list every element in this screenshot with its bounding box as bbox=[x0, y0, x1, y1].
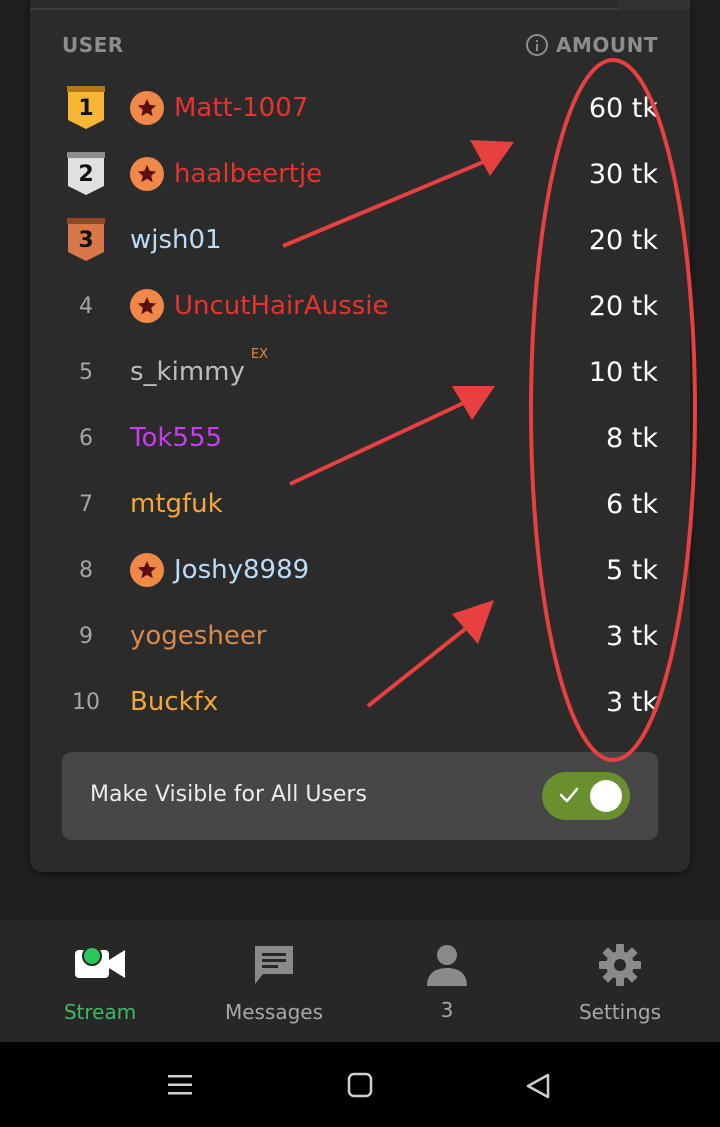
user-cell[interactable]: Buckfx bbox=[130, 669, 218, 735]
leaderboard-row[interactable]: 6 Tok555 8 tk bbox=[30, 405, 690, 471]
user-cell[interactable]: Joshy8989 bbox=[130, 537, 309, 603]
leaderboard-row[interactable]: 8 Joshy8989 5 tk bbox=[30, 537, 690, 603]
tip-amount: 10 tk bbox=[588, 356, 658, 388]
rank-number: 9 bbox=[79, 623, 93, 649]
person-icon bbox=[427, 945, 467, 986]
leaderboard-row[interactable]: 7 mtgfuk 6 tk bbox=[30, 471, 690, 537]
nav-users[interactable]: 3 bbox=[357, 920, 537, 1042]
rank-number: 6 bbox=[79, 425, 93, 451]
check-icon bbox=[559, 787, 579, 803]
rank-number: 5 bbox=[79, 359, 93, 385]
leaderboard-row[interactable]: 4 UncutHairAussie 20 tk bbox=[30, 273, 690, 339]
user-cell[interactable]: s_kimmy EX bbox=[130, 339, 268, 405]
gear-icon bbox=[599, 944, 641, 986]
visibility-toggle[interactable] bbox=[542, 772, 630, 820]
rank-number: 7 bbox=[79, 491, 93, 517]
gold-medal-icon: 1 bbox=[67, 86, 105, 130]
username[interactable]: haalbeertje bbox=[174, 159, 322, 189]
user-cell[interactable]: mtgfuk bbox=[130, 471, 223, 537]
star-badge-icon bbox=[130, 289, 164, 323]
username[interactable]: UncutHairAussie bbox=[174, 291, 388, 321]
username[interactable]: wjsh01 bbox=[130, 225, 222, 255]
rank-number: 3 bbox=[78, 228, 94, 253]
card-divider bbox=[30, 8, 618, 10]
toggle-knob bbox=[590, 780, 622, 812]
nav-label-user-count: 3 bbox=[440, 998, 454, 1022]
tip-amount: 5 tk bbox=[606, 554, 658, 586]
username[interactable]: yogesheer bbox=[130, 621, 267, 651]
tip-amount: 30 tk bbox=[588, 158, 658, 190]
header-amount: AMOUNT bbox=[555, 33, 658, 57]
leaderboard-row[interactable]: 3 wjsh01 20 tk bbox=[30, 207, 690, 273]
message-icon bbox=[255, 946, 293, 984]
rank-number: 2 bbox=[78, 162, 94, 187]
user-cell[interactable]: wjsh01 bbox=[130, 207, 222, 273]
header-user: USER bbox=[62, 33, 124, 57]
home-icon[interactable] bbox=[346, 1072, 374, 1098]
username[interactable]: Matt-1007 bbox=[174, 93, 308, 123]
leaderboard-row[interactable]: 9 yogesheer 3 tk bbox=[30, 603, 690, 669]
username[interactable]: Buckfx bbox=[130, 687, 218, 717]
bronze-medal-icon: 3 bbox=[67, 218, 105, 262]
rank-medal-bronze: 3 bbox=[62, 207, 110, 273]
rank-number: 10 bbox=[72, 689, 100, 715]
tip-amount: 8 tk bbox=[606, 422, 658, 454]
rank-medal-silver: 2 bbox=[62, 141, 110, 207]
leaderboard-card: USER AMOUNT 1 Matt-1007 60 tk 2 haalbeertje 3… bbox=[30, 0, 690, 872]
user-cell[interactable]: UncutHairAussie bbox=[130, 273, 388, 339]
nav-stream[interactable]: Stream bbox=[10, 920, 190, 1042]
bottom-nav: Stream Messages 3 Settings bbox=[0, 920, 720, 1042]
user-cell[interactable]: Matt-1007 bbox=[130, 75, 308, 141]
nav-settings[interactable]: Settings bbox=[530, 920, 710, 1042]
rank-medal-gold: 1 bbox=[62, 75, 110, 141]
leaderboard-row[interactable]: 1 Matt-1007 60 tk bbox=[30, 75, 690, 141]
system-nav-bar bbox=[0, 1042, 720, 1127]
tip-amount: 20 tk bbox=[588, 224, 658, 256]
back-icon[interactable] bbox=[524, 1072, 552, 1100]
nav-label-stream: Stream bbox=[63, 1000, 137, 1024]
rank-number: 4 bbox=[79, 293, 93, 319]
nav-label-settings: Settings bbox=[578, 1000, 662, 1024]
username[interactable]: mtgfuk bbox=[130, 489, 223, 519]
tip-amount: 3 tk bbox=[606, 620, 658, 652]
tip-amount: 60 tk bbox=[588, 92, 658, 124]
card-tab bbox=[618, 0, 690, 10]
username[interactable]: Tok555 bbox=[130, 423, 222, 453]
header-amount-group[interactable]: AMOUNT bbox=[525, 33, 658, 57]
user-cell[interactable]: haalbeertje bbox=[130, 141, 322, 207]
leaderboard-row[interactable]: 5 s_kimmy EX 10 tk bbox=[30, 339, 690, 405]
star-badge-icon bbox=[130, 91, 164, 125]
leaderboard-row[interactable]: 10 Buckfx 3 tk bbox=[30, 669, 690, 735]
username[interactable]: Joshy8989 bbox=[174, 555, 309, 585]
user-cell[interactable]: yogesheer bbox=[130, 603, 267, 669]
visibility-setting: Make Visible for All Users bbox=[62, 752, 658, 840]
star-badge-icon bbox=[130, 157, 164, 191]
star-badge-icon bbox=[130, 553, 164, 587]
recents-icon[interactable] bbox=[166, 1072, 194, 1098]
tip-amount: 3 tk bbox=[606, 686, 658, 718]
silver-medal-icon: 2 bbox=[67, 152, 105, 196]
info-icon[interactable] bbox=[525, 34, 548, 56]
nav-label-messages: Messages bbox=[224, 1000, 324, 1024]
rank-number: 8 bbox=[79, 557, 93, 583]
visibility-label: Make Visible for All Users bbox=[90, 782, 367, 807]
username[interactable]: s_kimmy bbox=[130, 357, 245, 387]
user-superscript: EX bbox=[250, 346, 268, 362]
online-status-dot bbox=[82, 946, 102, 966]
rank-number: 1 bbox=[78, 96, 94, 121]
nav-messages[interactable]: Messages bbox=[184, 920, 364, 1042]
tip-amount: 20 tk bbox=[588, 290, 658, 322]
leaderboard-row[interactable]: 2 haalbeertje 30 tk bbox=[30, 141, 690, 207]
user-cell[interactable]: Tok555 bbox=[130, 405, 222, 471]
tip-amount: 6 tk bbox=[606, 488, 658, 520]
